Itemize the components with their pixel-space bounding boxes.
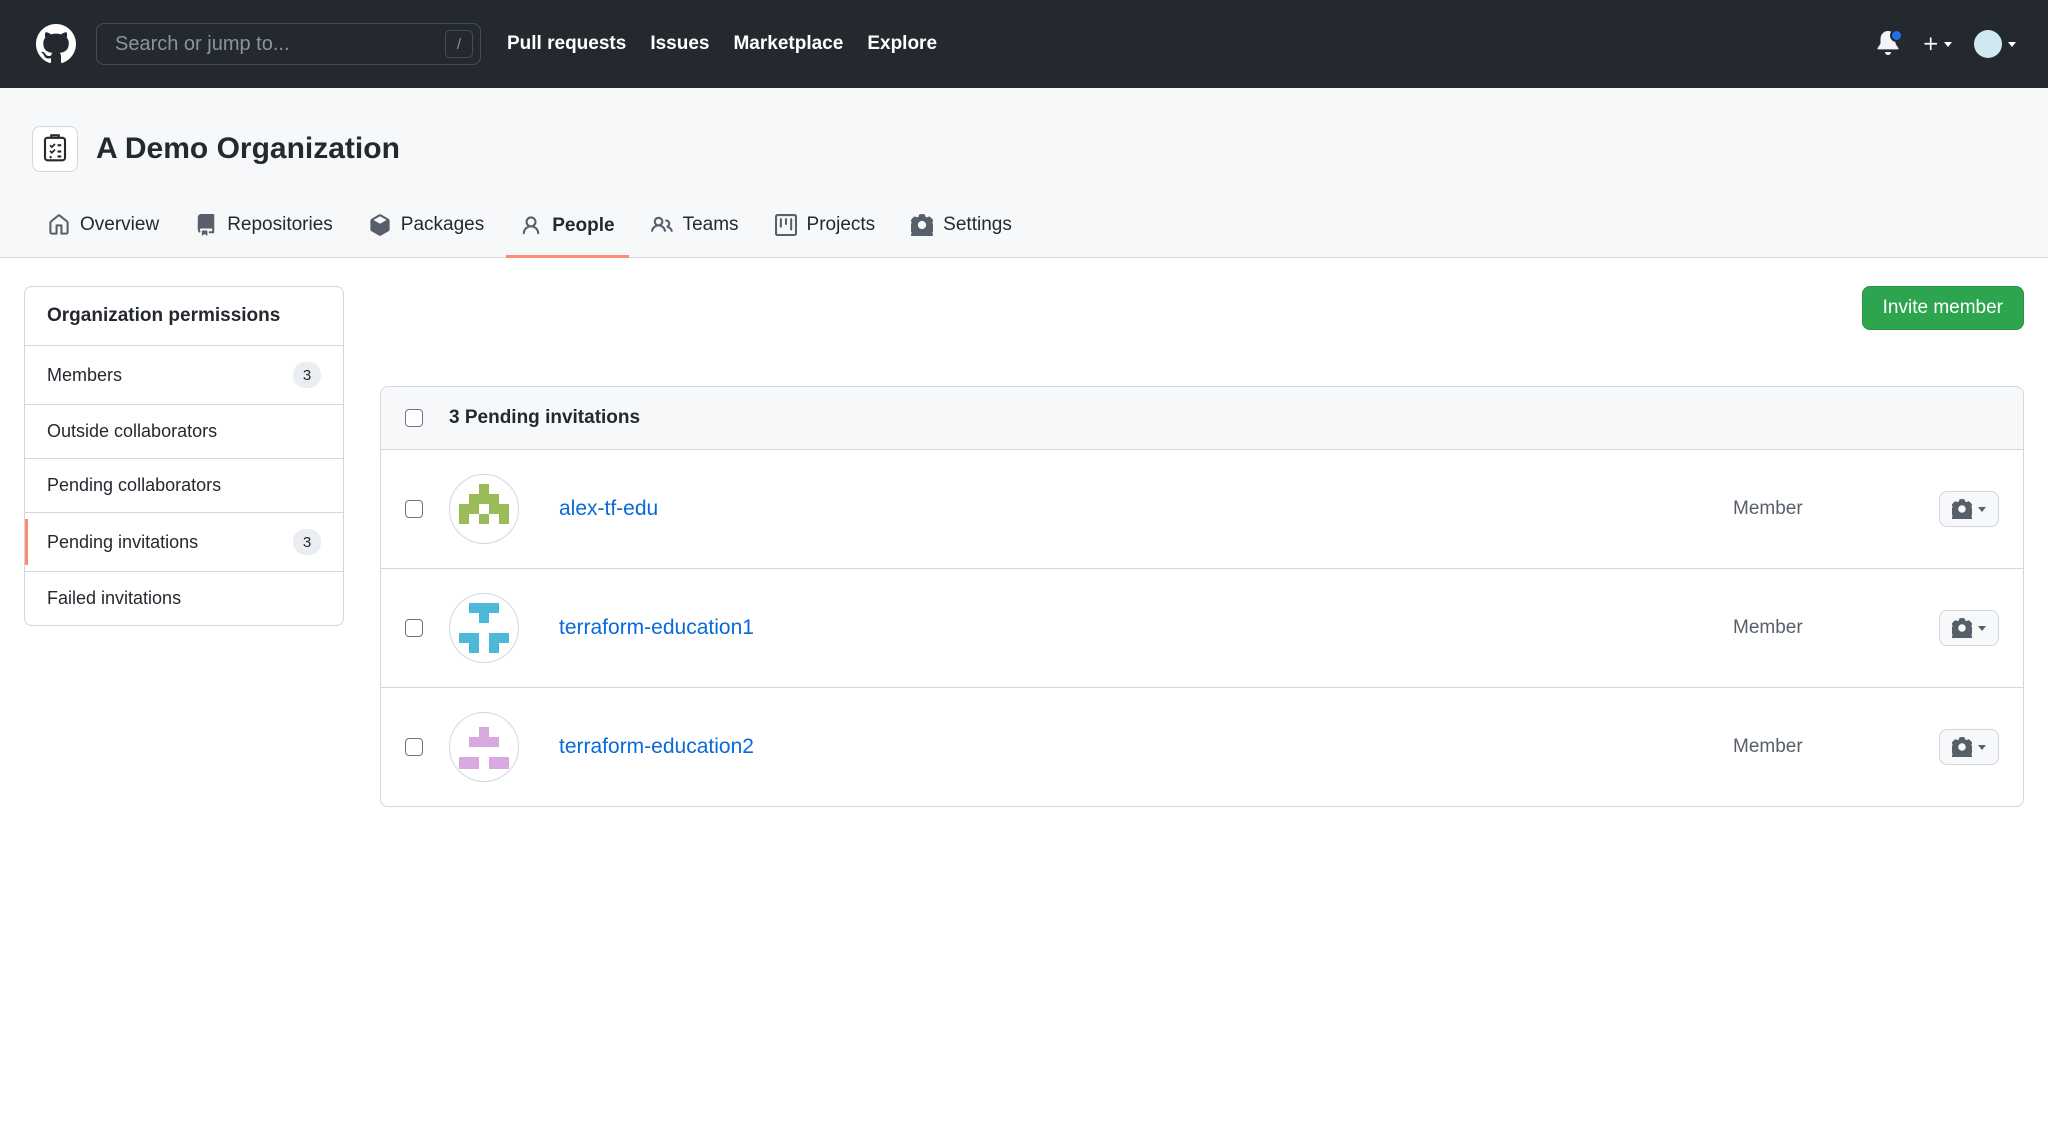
- org-avatar[interactable]: [32, 126, 78, 172]
- list-header-title: 3 Pending invitations: [449, 407, 640, 429]
- gear-icon: [1952, 618, 1972, 638]
- user-avatar[interactable]: [449, 474, 519, 544]
- caret-down-icon: [1978, 626, 1986, 631]
- gear-icon: [1952, 499, 1972, 519]
- home-icon: [48, 214, 70, 236]
- role-label: Member: [1733, 498, 1913, 520]
- user-menu[interactable]: [1974, 30, 2016, 58]
- sidebar-item-label: Failed invitations: [47, 588, 181, 609]
- notifications-button[interactable]: [1876, 31, 1900, 58]
- tab-people[interactable]: People: [506, 200, 628, 258]
- caret-down-icon: [1944, 42, 1952, 47]
- count-badge: 3: [293, 362, 321, 388]
- notification-dot: [1890, 29, 1903, 42]
- tab-repositories[interactable]: Repositories: [181, 200, 347, 257]
- caret-down-icon: [1978, 745, 1986, 750]
- sidebar-item-label: Pending invitations: [47, 532, 198, 553]
- row-settings-button[interactable]: [1939, 610, 1999, 646]
- identicon-icon: [459, 603, 509, 653]
- sidebar-item-label: Members: [47, 365, 122, 386]
- tab-packages[interactable]: Packages: [355, 200, 498, 257]
- org-subheader: A Demo Organization Overview Repositorie…: [0, 88, 2048, 258]
- tab-label: Projects: [807, 214, 876, 236]
- caret-down-icon: [2008, 42, 2016, 47]
- invitations-list: 3 Pending invitations alex-tf-edu Member: [380, 386, 2024, 807]
- sidebar-title: Organization permissions: [25, 287, 343, 346]
- gear-icon: [1952, 737, 1972, 757]
- nav-issues[interactable]: Issues: [650, 33, 709, 55]
- tab-label: Overview: [80, 214, 159, 236]
- row-settings-button[interactable]: [1939, 729, 1999, 765]
- tab-label: Teams: [683, 214, 739, 236]
- user-avatar[interactable]: [449, 712, 519, 782]
- gear-icon: [911, 214, 933, 236]
- tab-label: Packages: [401, 214, 484, 236]
- identicon-icon: [459, 722, 509, 772]
- tab-settings[interactable]: Settings: [897, 200, 1026, 257]
- sidebar-item-label: Pending collaborators: [47, 475, 221, 496]
- nav-marketplace[interactable]: Marketplace: [733, 33, 843, 55]
- invitation-row: terraform-education1 Member: [381, 569, 2023, 688]
- role-label: Member: [1733, 617, 1913, 639]
- tab-projects[interactable]: Projects: [761, 200, 890, 257]
- username-link[interactable]: terraform-education1: [559, 616, 1707, 640]
- sidebar-item-members[interactable]: Members 3: [25, 346, 343, 405]
- nav-pull-requests[interactable]: Pull requests: [507, 33, 626, 55]
- invitation-row: alex-tf-edu Member: [381, 450, 2023, 569]
- username-link[interactable]: alex-tf-edu: [559, 497, 1707, 521]
- header-right: [1876, 30, 2016, 58]
- slash-key-hint: /: [445, 30, 473, 58]
- tab-label: Settings: [943, 214, 1012, 236]
- org-name: A Demo Organization: [96, 132, 400, 166]
- row-checkbox[interactable]: [405, 738, 423, 756]
- sidebar-item-outside-collaborators[interactable]: Outside collaborators: [25, 405, 343, 459]
- content-area: Invite member 3 Pending invitations alex…: [380, 286, 2024, 807]
- create-menu[interactable]: [1922, 35, 1952, 53]
- row-settings-button[interactable]: [1939, 491, 1999, 527]
- sidebar-item-pending-collaborators[interactable]: Pending collaborators: [25, 459, 343, 513]
- org-title-row: A Demo Organization: [24, 88, 2024, 200]
- main-content: Organization permissions Members 3 Outsi…: [0, 258, 2048, 835]
- permissions-sidebar: Organization permissions Members 3 Outsi…: [24, 286, 344, 626]
- people-icon: [651, 214, 673, 236]
- global-header: / Pull requests Issues Marketplace Explo…: [0, 0, 2048, 88]
- count-badge: 3: [293, 529, 321, 555]
- search-input[interactable]: [96, 23, 481, 65]
- search-wrap: /: [96, 23, 481, 65]
- role-label: Member: [1733, 736, 1913, 758]
- username-link[interactable]: terraform-education2: [559, 735, 1707, 759]
- select-all-checkbox[interactable]: [405, 409, 423, 427]
- repo-icon: [195, 214, 217, 236]
- person-icon: [520, 215, 542, 237]
- row-checkbox[interactable]: [405, 619, 423, 637]
- identicon-icon: [459, 484, 509, 534]
- caret-down-icon: [1978, 507, 1986, 512]
- sidebar-item-pending-invitations[interactable]: Pending invitations 3: [25, 513, 343, 572]
- org-tabs: Overview Repositories Packages People Te…: [24, 200, 2024, 257]
- package-icon: [369, 214, 391, 236]
- tab-teams[interactable]: Teams: [637, 200, 753, 257]
- project-icon: [775, 214, 797, 236]
- github-logo[interactable]: [32, 20, 80, 68]
- nav-links: Pull requests Issues Marketplace Explore: [507, 33, 937, 55]
- plus-icon: [1922, 35, 1940, 53]
- user-avatar: [1974, 30, 2002, 58]
- sidebar-item-failed-invitations[interactable]: Failed invitations: [25, 572, 343, 625]
- nav-explore[interactable]: Explore: [867, 33, 937, 55]
- user-avatar[interactable]: [449, 593, 519, 663]
- tab-overview[interactable]: Overview: [34, 200, 173, 257]
- row-checkbox[interactable]: [405, 500, 423, 518]
- invite-member-button[interactable]: Invite member: [1862, 286, 2024, 330]
- sidebar-item-label: Outside collaborators: [47, 421, 217, 442]
- tab-label: Repositories: [227, 214, 333, 236]
- content-actions: Invite member: [380, 286, 2024, 330]
- list-header: 3 Pending invitations: [381, 387, 2023, 450]
- checklist-icon: [40, 134, 70, 164]
- tab-label: People: [552, 215, 614, 237]
- invitation-row: terraform-education2 Member: [381, 688, 2023, 806]
